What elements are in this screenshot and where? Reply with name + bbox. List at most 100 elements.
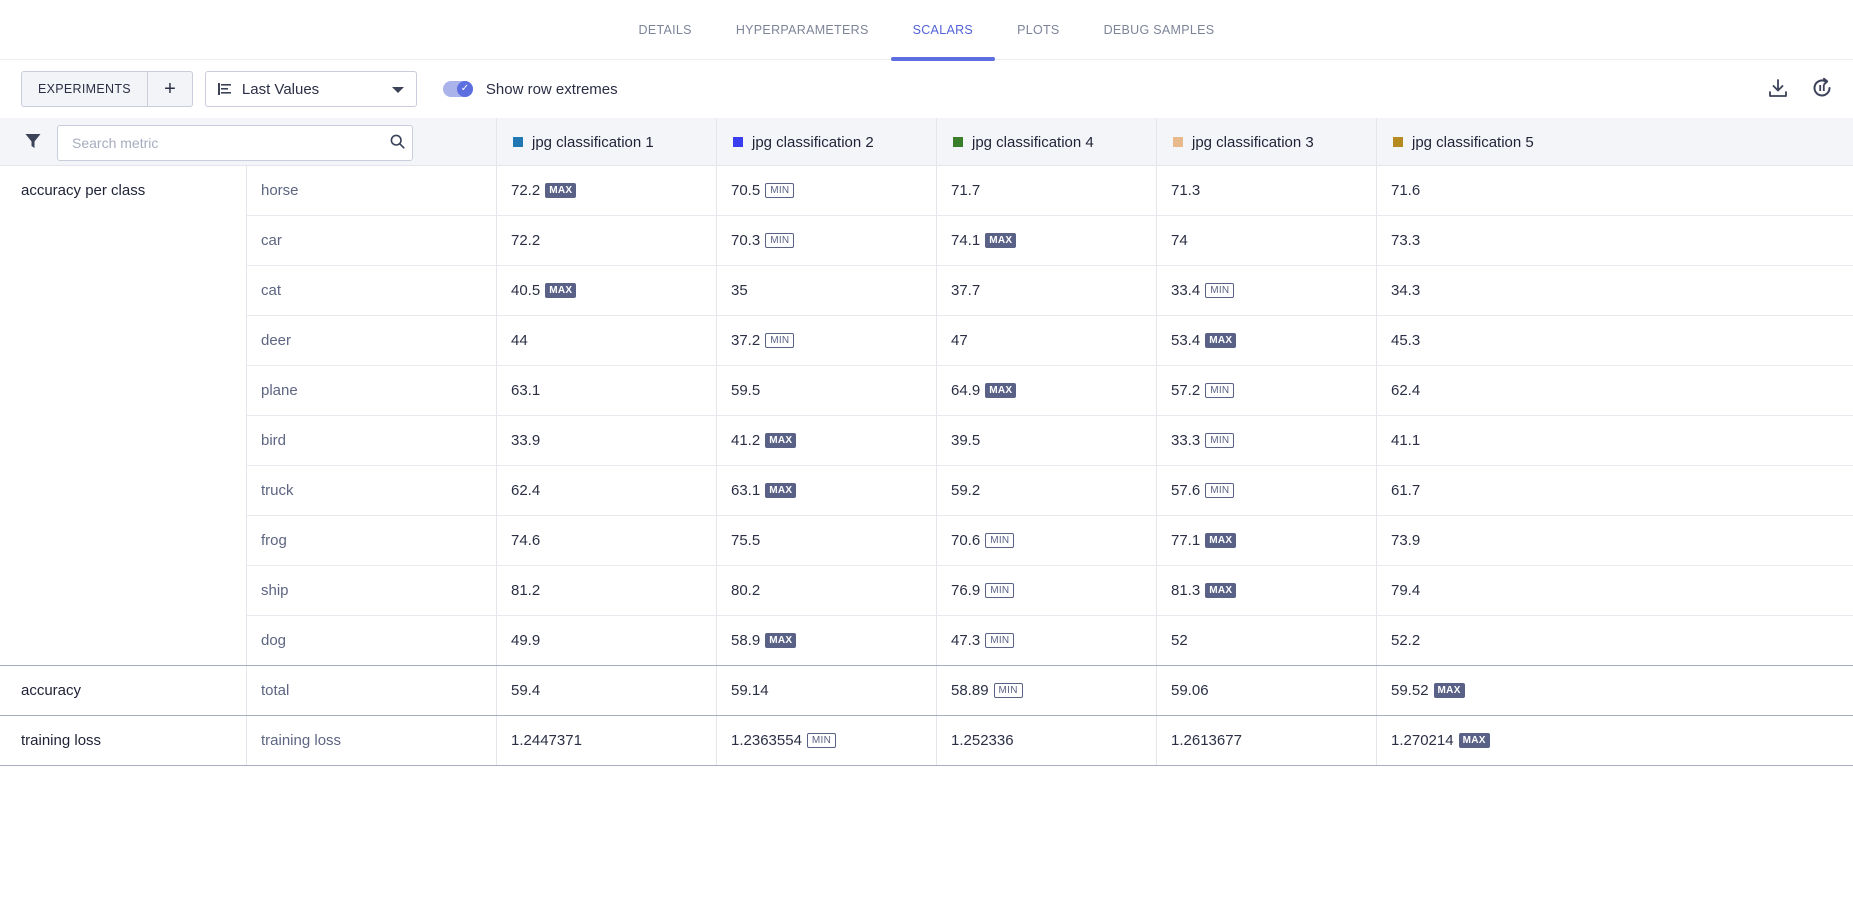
column-header[interactable]: jpg classification 3 [1157, 118, 1377, 166]
metric-group: accuracy total 59.4 59.14 58.89 MIN 59.06 59.52… [0, 666, 1853, 716]
value-cell: 74.1 MAX [937, 216, 1157, 265]
value-cell: 1.2613677 [1157, 716, 1377, 765]
value-cell: 33.9 [497, 416, 717, 465]
metric-value: 71.6 [1391, 182, 1421, 199]
value-cell: 79.4 [1377, 566, 1853, 615]
metric-group-name: training loss [21, 732, 102, 749]
metric-value: 75.5 [731, 532, 761, 549]
value-cell: 62.4 [497, 466, 717, 515]
value-cell: 41.2 MAX [717, 416, 937, 465]
metric-name: truck [247, 466, 497, 515]
metric-name: bird [247, 416, 497, 465]
value-cell: 1.270214 MAX [1377, 716, 1853, 765]
max-badge: MAX [545, 283, 577, 298]
value-mode-select[interactable]: Last Values [204, 71, 417, 107]
metric-value: 45.3 [1391, 332, 1421, 349]
column-header[interactable]: jpg classification 4 [937, 118, 1157, 166]
max-badge: MAX [1205, 333, 1237, 348]
min-badge: MIN [806, 733, 837, 748]
metric-value: 59.5 [731, 382, 761, 399]
row-extremes-toggle[interactable]: ✓ [442, 81, 473, 97]
filter-icon[interactable] [24, 132, 42, 150]
value-cell: 76.9 MIN [937, 566, 1157, 615]
value-cell: 59.5 [717, 366, 937, 415]
table-row: training loss 1.2447371 1.2363554 MIN 1.2523… [247, 716, 1853, 765]
value-cell: 71.6 [1377, 166, 1853, 215]
metric-value: 35 [731, 282, 748, 299]
search-icon [390, 134, 405, 149]
value-cell: 52.2 [1377, 616, 1853, 665]
metric-name: cat [247, 266, 497, 315]
metric-value: 58.89 [951, 682, 989, 699]
metric-value: 71.7 [951, 182, 981, 199]
column-header[interactable]: jpg classification 1 [497, 118, 717, 166]
value-cell: 35 [717, 266, 937, 315]
value-cell: 73.3 [1377, 216, 1853, 265]
metric-name: training loss [247, 716, 497, 765]
download-icon[interactable] [1767, 77, 1789, 99]
tab-scalars[interactable]: SCALARS [890, 0, 996, 61]
metric-name: ship [247, 566, 497, 615]
metric-value: 80.2 [731, 582, 761, 599]
metric-name: dog [247, 616, 497, 665]
value-cell: 61.7 [1377, 466, 1853, 515]
color-swatch-icon [513, 137, 523, 147]
add-experiment-button[interactable]: + [148, 72, 192, 106]
experiments-button[interactable]: EXPERIMENTS [22, 72, 148, 106]
tab-details[interactable]: DETAILS [617, 0, 714, 60]
max-badge: MAX [545, 183, 577, 198]
table-body: accuracy per class horse 72.2 MAX 70.5 MIN 71.… [0, 166, 1853, 766]
auto-refresh-icon[interactable] [1811, 77, 1833, 99]
min-badge: MIN [1205, 383, 1235, 398]
metric-value: 44 [511, 332, 528, 349]
value-cell: 47.3 MIN [937, 616, 1157, 665]
value-cell: 63.1 [497, 366, 717, 415]
value-cell: 64.9 MAX [937, 366, 1157, 415]
metric-value: 57.6 [1171, 482, 1201, 499]
metric-group-label: training loss [0, 716, 247, 765]
metric-value: 81.3 [1171, 582, 1201, 599]
value-cell: 40.5 MAX [497, 266, 717, 315]
metric-value: 1.2613677 [1171, 732, 1242, 749]
value-cell: 72.2 MAX [497, 166, 717, 215]
search-metric-input[interactable] [57, 125, 413, 161]
max-badge: MAX [1205, 583, 1237, 598]
value-cell: 81.2 [497, 566, 717, 615]
min-badge: MIN [985, 633, 1015, 648]
row-extremes-label: Show row extremes [485, 80, 618, 98]
column-header[interactable]: jpg classification 5 [1377, 118, 1853, 166]
min-badge: MIN [1205, 433, 1235, 448]
metric-value: 53.4 [1171, 332, 1201, 349]
column-header-label: jpg classification 2 [752, 133, 874, 151]
color-swatch-icon [1393, 137, 1403, 147]
value-cell: 71.7 [937, 166, 1157, 215]
table-row: horse 72.2 MAX 70.5 MIN 71.7 71.3 71.6 [247, 166, 1853, 216]
tab-hyperparameters[interactable]: HYPERPARAMETERS [714, 0, 891, 60]
max-badge: MAX [765, 483, 797, 498]
tab-plots[interactable]: PLOTS [995, 0, 1082, 60]
tab-debug-samples[interactable]: DEBUG SAMPLES [1082, 0, 1237, 60]
metric-value: 40.5 [511, 282, 541, 299]
value-cell: 63.1 MAX [717, 466, 937, 515]
value-cell: 59.52 MAX [1377, 666, 1853, 715]
metric-value: 41.2 [731, 432, 761, 449]
metric-rows: training loss 1.2447371 1.2363554 MIN 1.2523… [247, 716, 1853, 765]
metric-value: 64.9 [951, 382, 981, 399]
list-icon [217, 83, 231, 95]
metric-value: 59.52 [1391, 682, 1429, 699]
value-cell: 57.2 MIN [1157, 366, 1377, 415]
metric-value: 59.4 [511, 682, 541, 699]
metric-value: 70.5 [731, 182, 761, 199]
table-row: frog 74.6 75.5 70.6 MIN 77.1 MAX 73.9 [247, 516, 1853, 566]
metric-value: 1.252336 [951, 732, 1014, 749]
metric-value: 52.2 [1391, 632, 1421, 649]
value-mode-label: Last Values [241, 80, 320, 98]
metric-name: total [247, 666, 497, 715]
value-cell: 70.3 MIN [717, 216, 937, 265]
metric-value: 63.1 [511, 382, 541, 399]
value-cell: 1.2363554 MIN [717, 716, 937, 765]
color-swatch-icon [1173, 137, 1183, 147]
table-row: ship 81.2 80.2 76.9 MIN 81.3 MAX 79.4 [247, 566, 1853, 616]
column-header[interactable]: jpg classification 2 [717, 118, 937, 166]
metric-rows: horse 72.2 MAX 70.5 MIN 71.7 71.3 71.6 car 72.2 70… [247, 166, 1853, 665]
